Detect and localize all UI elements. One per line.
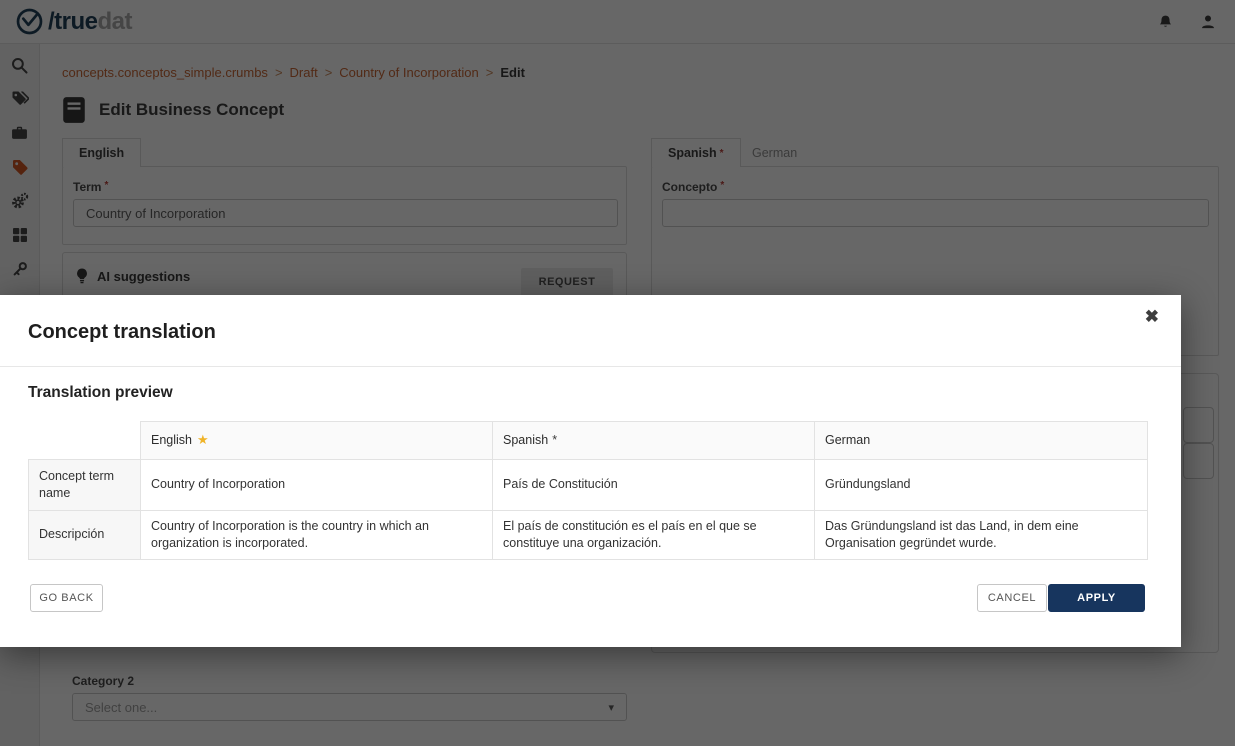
cell-desc-spanish: El país de constitución es el país en el… — [492, 510, 815, 560]
cell-desc-german: Das Gründungsland ist das Land, in dem e… — [814, 510, 1148, 560]
cell-term-spanish: País de Constitución — [492, 459, 815, 511]
translation-preview-table: English ★ Spanish * German Concept term na… — [28, 421, 1148, 560]
table-row: Concept term name Country of Incorporati… — [28, 459, 1148, 511]
column-header-spanish: Spanish * — [492, 421, 815, 460]
corner-header-cell — [28, 421, 141, 460]
cancel-button[interactable]: CANCEL — [977, 584, 1047, 612]
column-header-german: German — [814, 421, 1148, 460]
row-header-concept-term-name: Concept term name — [28, 459, 141, 511]
primary-language-star-icon: ★ — [197, 432, 209, 448]
table-row: Descripción Country of Incorporation is … — [28, 510, 1148, 560]
table-header-row: English ★ Spanish * German — [28, 421, 1148, 460]
modal-divider — [0, 366, 1181, 367]
column-header-english: English ★ — [140, 421, 493, 460]
required-mark: * — [552, 432, 558, 447]
close-icon[interactable]: ✖ — [1145, 307, 1159, 327]
concept-translation-modal: ✖ Concept translation Translation previe… — [0, 295, 1181, 647]
translation-preview-title: Translation preview — [28, 384, 173, 401]
modal-title: Concept translation — [28, 321, 216, 343]
apply-button[interactable]: APPLY — [1048, 584, 1145, 612]
row-header-descripcion: Descripción — [28, 510, 141, 560]
go-back-button[interactable]: GO BACK — [30, 584, 103, 612]
cell-desc-english: Country of Incorporation is the country … — [140, 510, 493, 560]
app-root: /truedat — [0, 0, 1235, 746]
cell-term-english: Country of Incorporation — [140, 459, 493, 511]
cell-term-german: Gründungsland — [814, 459, 1148, 511]
